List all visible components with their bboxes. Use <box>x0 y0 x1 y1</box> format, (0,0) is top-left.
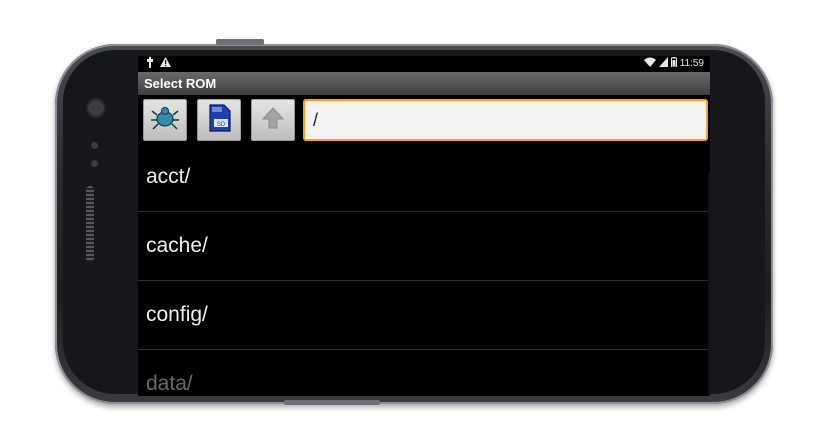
proximity-sensor <box>91 142 98 149</box>
bug-icon <box>150 105 180 136</box>
signal-icon <box>658 57 668 70</box>
up-directory-button[interactable] <box>251 99 295 141</box>
scroll-edge <box>708 173 710 396</box>
toolbar: SD / <box>138 95 710 143</box>
volume-button <box>284 400 380 405</box>
path-input[interactable]: / <box>303 99 708 141</box>
front-camera <box>88 100 104 116</box>
bug-button[interactable] <box>143 99 187 141</box>
speaker-grille <box>86 186 94 262</box>
sd-card-button[interactable]: SD <box>197 99 241 141</box>
dialog-title: Select ROM <box>138 72 710 95</box>
list-item[interactable]: data/ <box>138 350 710 396</box>
list-item[interactable]: cache/ <box>138 212 710 281</box>
svg-text:SD: SD <box>217 122 226 128</box>
warning-icon <box>160 57 171 71</box>
list-item[interactable]: config/ <box>138 281 710 350</box>
status-time: 11:59 <box>679 58 704 69</box>
usb-icon <box>146 57 154 71</box>
light-sensor <box>91 160 98 167</box>
battery-icon <box>670 57 677 70</box>
status-bar: 11:59 <box>138 56 710 72</box>
wifi-icon <box>643 57 656 70</box>
up-arrow-icon <box>261 106 285 135</box>
screen: 11:59 Select ROM SD / acct/ cache/ confi… <box>138 56 710 396</box>
file-list: acct/ cache/ config/ data/ <box>138 143 710 396</box>
power-button <box>216 39 264 45</box>
list-item[interactable]: acct/ <box>138 143 710 212</box>
sd-card-icon: SD <box>206 103 232 138</box>
